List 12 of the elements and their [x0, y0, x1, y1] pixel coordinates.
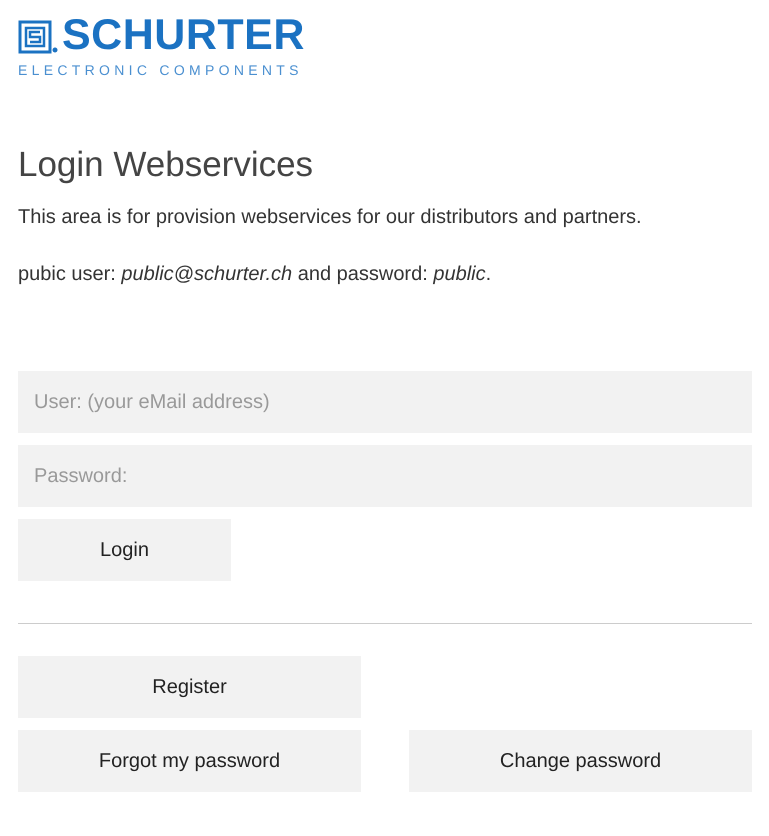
login-button[interactable]: Login — [18, 519, 231, 581]
logo-icon — [18, 20, 58, 54]
intro-text: This area is for provision webservices for our distributors and partners. — [18, 205, 643, 229]
user-field[interactable]: User: (your eMail address) — [18, 371, 752, 433]
credentials-text: pubic user: public@schurter.ch and password: public. — [18, 262, 492, 286]
password-field[interactable]: Password: — [18, 445, 752, 507]
logo-tagline: ELECTRONIC COMPONENTS — [18, 62, 304, 78]
register-button[interactable]: Register — [18, 656, 361, 718]
logo-brand: SCHURTER — [62, 16, 305, 54]
forgot-password-button[interactable]: Forgot my password — [18, 730, 361, 792]
page-title: Login Webservices — [18, 145, 314, 185]
change-password-button[interactable]: Change password — [409, 730, 752, 792]
